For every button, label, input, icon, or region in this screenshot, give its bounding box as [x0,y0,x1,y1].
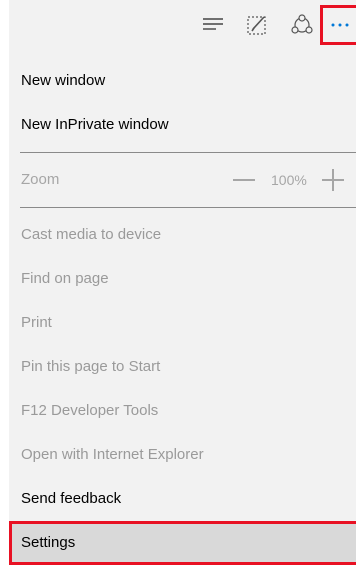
menu-list: New window New InPrivate window Zoom 100… [9,59,356,565]
zoom-value: 100% [271,172,307,188]
share-icon [290,14,314,36]
web-note-icon [246,14,268,36]
menu-item-pin-to-start[interactable]: Pin this page to Start [9,345,356,389]
menu-item-new-window[interactable]: New window [9,59,356,103]
menu-item-new-inprivate-window[interactable]: New InPrivate window [9,103,356,147]
more-actions-button[interactable] [320,5,356,45]
more-icon [330,22,350,28]
menu-divider [20,152,356,153]
menu-item-find-on-page[interactable]: Find on page [9,257,356,301]
zoom-in-button[interactable] [322,169,344,191]
menu-item-open-with-ie[interactable]: Open with Internet Explorer [9,433,356,477]
menu-item-f12-developer-tools[interactable]: F12 Developer Tools [9,389,356,433]
toolbar [9,5,356,45]
menu-item-print[interactable]: Print [9,301,356,345]
zoom-row: Zoom 100% [9,158,356,202]
menu-divider [20,207,356,208]
more-actions-menu: New window New InPrivate window Zoom 100… [9,0,356,565]
share-button[interactable] [282,5,322,45]
hub-icon [202,17,224,33]
menu-item-settings[interactable]: Settings [9,521,356,565]
menu-item-cast-media[interactable]: Cast media to device [9,213,356,257]
web-note-button[interactable] [237,5,277,45]
menu-item-send-feedback[interactable]: Send feedback [9,477,356,521]
hub-button[interactable] [193,5,233,45]
zoom-out-button[interactable] [233,179,255,181]
zoom-label: Zoom [21,171,60,188]
